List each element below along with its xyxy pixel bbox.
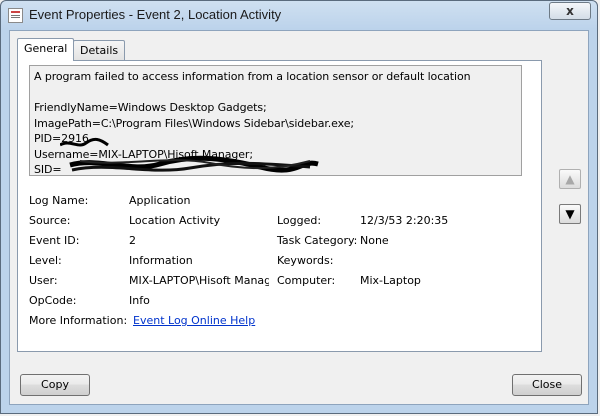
level-label: Level: <box>29 254 62 267</box>
task-category-value: None <box>360 234 389 247</box>
description-line <box>34 85 517 101</box>
source-label: Source: <box>29 214 71 227</box>
description-line: FriendlyName=Windows Desktop Gadgets; <box>34 101 267 114</box>
opcode-label: OpCode: <box>29 294 77 307</box>
event-description-box[interactable]: A program failed to access information f… <box>29 65 522 176</box>
task-category-label: Task Category: <box>277 234 358 247</box>
event-log-online-help-link[interactable]: Event Log Online Help <box>133 314 255 327</box>
log-name-label: Log Name: <box>29 194 89 207</box>
redaction-scribble <box>60 137 319 173</box>
general-tab-panel: A program failed to access information f… <box>17 60 542 352</box>
next-event-button[interactable]: ▼ <box>559 204 581 224</box>
tab-general[interactable]: General <box>17 38 75 61</box>
tab-details[interactable]: Details <box>73 40 126 60</box>
computer-value: Mix-Laptop <box>360 274 421 287</box>
arrow-down-icon: ▼ <box>565 207 575 221</box>
keywords-label: Keywords: <box>277 254 334 267</box>
description-line: ImagePath=C:\Program Files\Windows Sideb… <box>34 116 355 130</box>
description-line: A program failed to access information f… <box>34 70 471 83</box>
source-value: Location Activity <box>129 214 221 227</box>
user-label: User: <box>29 274 58 287</box>
event-id-label: Event ID: <box>29 234 80 247</box>
arrow-up-icon: ▲ <box>565 172 575 186</box>
opcode-value: Info <box>129 294 150 307</box>
event-properties-window: Event Properties - Event 2, Location Act… <box>0 0 598 414</box>
dialog-client-area: General Details A program failed to acce… <box>9 30 589 405</box>
more-information-label: More Information: <box>29 314 128 327</box>
copy-button[interactable]: Copy <box>20 374 90 396</box>
close-button[interactable]: Close <box>512 374 582 396</box>
logged-value: 12/3/53 2:20:35 <box>360 214 449 227</box>
user-value: MIX-LAPTOP\Hisoft Manag <box>129 274 269 287</box>
event-viewer-icon <box>8 8 23 23</box>
level-value: Information <box>129 254 193 267</box>
close-window-button[interactable]: x <box>549 2 591 20</box>
event-id-value: 2 <box>129 234 136 247</box>
computer-label: Computer: <box>277 274 336 287</box>
log-name-value: Application <box>129 194 191 207</box>
logged-label: Logged: <box>277 214 322 227</box>
title-bar[interactable]: Event Properties - Event 2, Location Act… <box>1 1 597 29</box>
window-title: Event Properties - Event 2, Location Act… <box>29 7 282 22</box>
previous-event-button[interactable]: ▲ <box>559 169 581 189</box>
